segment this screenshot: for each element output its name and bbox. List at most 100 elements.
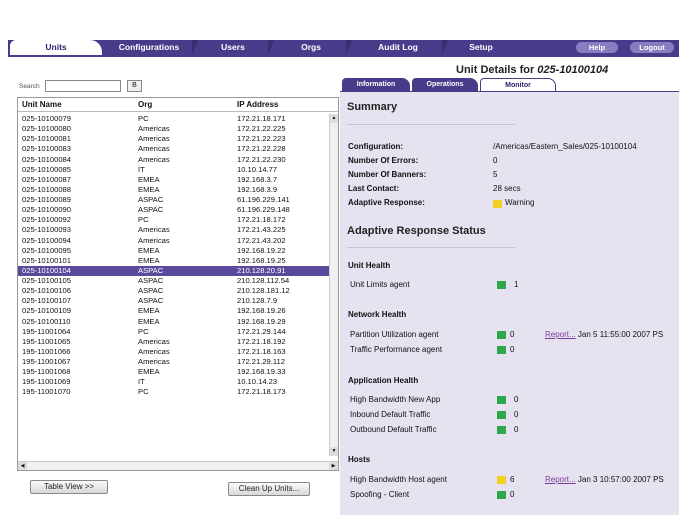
scroll-up-icon[interactable]: ▲ [330,114,338,123]
table-row[interactable]: 025-10100090 ASPAC 61.196.229.148 [18,205,330,215]
scroll-right-icon[interactable]: ▶ [329,462,338,470]
monitor-panel: Summary Configuration: /Americas/Eastern… [340,92,679,515]
unit-name-cell: 025-10100088 [22,184,71,194]
unit-limits-agent-label: Unit Limits agent [350,280,410,289]
tab-units[interactable]: Units [10,40,102,55]
table-row[interactable]: 195-11001065 Americas 172.21.18.192 [18,337,330,347]
tab-information[interactable]: Information [342,78,410,91]
unit-name-cell: 025-10100092 [22,215,71,225]
unit-name-cell: 025-10100101 [22,255,71,265]
table-view-button[interactable]: Table View >> [30,480,108,494]
table-row[interactable]: 025-10100080 Americas 172.21.22.225 [18,124,330,134]
table-row[interactable]: 025-10100105 ASPAC 210.128.112.54 [18,276,330,286]
table-row[interactable]: 025-10100106 ASPAC 210.128.181.12 [18,286,330,296]
partition-utilization-value: 0 [510,330,515,339]
table-row[interactable]: 025-10100085 IT 10.10.14.77 [18,165,330,175]
table-row[interactable]: 025-10100107 ASPAC 210.128.7.9 [18,296,330,306]
table-row[interactable]: 195-11001064 PC 172.21.29.144 [18,327,330,337]
detail-unit-id: 025-10100104 [537,64,609,76]
table-row[interactable]: 025-10100092 PC 172.21.18.172 [18,215,330,225]
org-cell: ASPAC [138,265,164,275]
tab-configurations[interactable]: Configurations [106,40,198,55]
unit-name-cell: 195-11001067 [22,357,71,366]
status-ok-icon [497,331,506,339]
table-row[interactable]: 025-10100081 Americas 172.21.22.223 [18,134,330,144]
logout-button[interactable]: Logout [630,42,674,53]
ip-address-cell: 210.128.181.12 [237,286,290,296]
org-cell: PC [138,114,149,123]
tab-audit-log[interactable]: Audit Log [354,40,448,55]
status-ok-icon [497,281,506,289]
host-report-link[interactable]: Report... [545,475,576,484]
outbound-default-traffic-label: Outbound Default Traffic [350,425,437,434]
status-ok-icon [497,426,506,434]
column-header-unit-name[interactable]: Unit Name [22,100,62,109]
scroll-down-icon[interactable]: ▼ [330,447,338,456]
ip-address-cell: 172.21.18.192 [237,336,286,346]
table-row[interactable]: 195-11001067 Americas 172.21.29.112 [18,357,330,367]
unit-name-cell: 195-11001069 [22,377,71,387]
org-cell: EMEA [138,316,160,326]
adaptive-response-value: Warning [505,198,535,207]
table-row[interactable]: 195-11001069 IT 10.10.14.23 [18,377,330,387]
tab-orgs[interactable]: Orgs [276,40,352,55]
column-header-ip[interactable]: IP Address [237,100,278,109]
table-row[interactable]: 195-11001070 PC 172.21.18.173 [18,387,330,397]
list-header: Unit Name Org IP Address [18,98,338,112]
table-row[interactable]: 025-10100087 EMEA 192.168.3.7 [18,175,330,185]
units-list: Unit Name Org IP Address 025-10100079 PC 1… [17,97,339,471]
summary-heading: Summary [347,101,398,113]
table-row[interactable]: 195-11001066 Americas 172.21.18.163 [18,347,330,357]
search-input[interactable] [45,80,121,92]
detail-title-prefix: Unit Details for [456,64,538,76]
table-row[interactable]: 025-10100089 ASPAC 61.196.229.141 [18,195,330,205]
org-cell: EMEA [138,184,160,194]
partition-report-time: Jan 5 11:55:00 2007 PS [577,330,664,339]
unit-name-cell: 195-11001064 [22,326,71,336]
ip-address-cell: 210.128.112.54 [237,276,290,285]
table-row[interactable]: 025-10100083 Americas 172.21.22.228 [18,144,330,154]
table-row[interactable]: 025-10100110 EMEA 192.168.19.29 [18,317,330,327]
table-row[interactable]: 025-10100093 Americas 172.21.43.225 [18,225,330,235]
configuration-value: /Americas/Eastern_Sales/025-10100104 [493,142,637,151]
divider [347,247,515,248]
scroll-left-icon[interactable]: ◀ [18,462,27,470]
table-row[interactable]: 195-11001068 EMEA 192.168.19.33 [18,367,330,377]
partition-report-link[interactable]: Report... [545,330,576,339]
unit-name-cell: 195-11001066 [22,346,71,356]
ip-address-cell: 192.168.19.22 [237,245,286,255]
clean-up-units-button[interactable]: Clean Up Units... [228,482,310,496]
table-row[interactable]: 025-10100095 EMEA 192.168.19.22 [18,246,330,256]
tab-monitor[interactable]: Monitor [480,78,556,91]
tab-users[interactable]: Users [198,40,274,55]
configuration-label: Configuration: [348,142,404,151]
org-cell: Americas [138,346,170,356]
table-row[interactable]: 025-10100079 PC 172.21.18.171 [18,114,330,124]
unit-name-cell: 025-10100080 [22,124,71,134]
vertical-scrollbar[interactable]: ▲ ▼ [329,114,338,456]
tab-setup[interactable]: Setup [448,40,514,55]
table-row[interactable]: 025-10100101 EMEA 192.168.19.25 [18,256,330,266]
ip-address-cell: 172.21.43.202 [237,235,286,245]
unit-name-cell: 195-11001068 [22,367,71,377]
last-contact-value: 28 secs [493,184,521,193]
ip-address-cell: 10.10.14.23 [237,377,278,387]
status-ok-icon [497,491,506,499]
table-row[interactable]: 025-10100094 Americas 172.21.43.202 [18,236,330,246]
column-header-org[interactable]: Org [138,100,152,109]
table-row[interactable]: 025-10100084 Americas 172.21.22.230 [18,155,330,165]
help-button[interactable]: Help [576,42,618,53]
unit-name-cell: 025-10100110 [22,316,71,326]
unit-name-cell: 025-10100109 [22,306,71,316]
table-row[interactable]: 025-10100088 EMEA 192.168.3.9 [18,185,330,195]
org-cell: Americas [138,225,170,235]
org-cell: EMEA [138,174,160,184]
horizontal-scrollbar[interactable]: ◀ ▶ [18,461,338,470]
table-row[interactable]: 025-10100104 ASPAC 210.128.20.91 [18,265,330,276]
spoofing-client-value: 0 [510,490,515,499]
table-row[interactable]: 025-10100109 EMEA 192.168.19.26 [18,306,330,316]
search-go-button[interactable]: B [127,80,142,92]
status-ok-icon [497,346,506,354]
tab-operations[interactable]: Operations [412,78,478,91]
status-warning-icon [497,476,506,484]
